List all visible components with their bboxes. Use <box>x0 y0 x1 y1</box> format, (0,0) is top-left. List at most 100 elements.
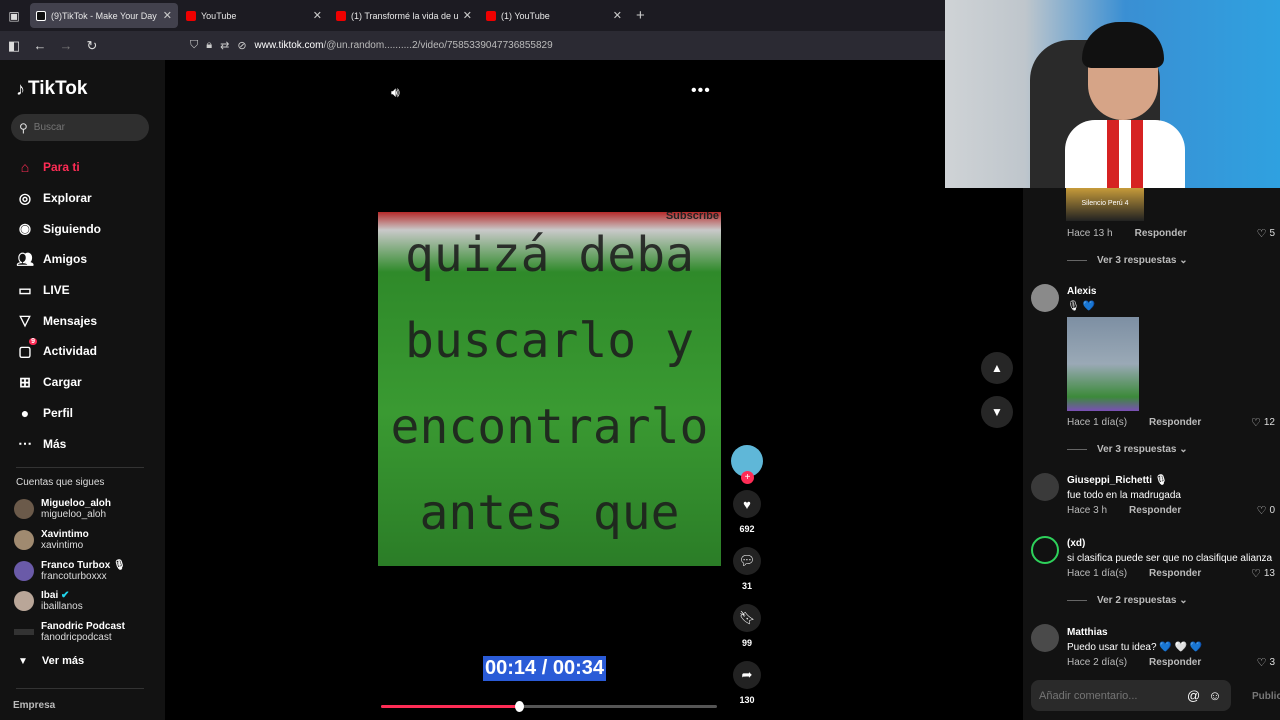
empresa-link[interactable]: Empresa <box>13 700 55 711</box>
next-video-button[interactable]: ▼ <box>981 396 1013 428</box>
chevron-down-icon: ⌄ <box>1179 255 1188 266</box>
youtube-favicon-icon <box>336 10 346 21</box>
sidebar-item-siguiendo[interactable]: ◉ Siguiendo <box>15 213 101 244</box>
comment-like[interactable]: ♡ 0 <box>1257 504 1275 517</box>
shield-icon[interactable]: ⛉ <box>190 39 198 52</box>
save-action[interactable]: 🔖︎ 99 <box>731 604 763 648</box>
ver-mas-button[interactable]: ▼ Ver más <box>18 655 84 667</box>
sidebar-item-live[interactable]: ▭ LIVE <box>15 275 101 306</box>
comment-like[interactable]: ♡ 13 <box>1251 567 1275 580</box>
progress-handle[interactable] <box>514 701 524 712</box>
reload-icon[interactable]: ↻ <box>80 34 104 58</box>
following-account[interactable]: Franco Turbox 🎙 francoturboxxx <box>14 555 126 586</box>
close-icon[interactable]: ✕ <box>163 9 172 22</box>
tab-youtube-2[interactable]: (1) Transformé la vida de un stre ✕ <box>330 3 478 28</box>
comment-username[interactable]: (xd) <box>1067 538 1085 549</box>
sidebar-item-perfil[interactable]: ● Perfil <box>15 398 101 429</box>
account-name: Franco Turbox 🎙 <box>41 559 126 571</box>
new-tab-icon[interactable]: + <box>636 7 645 24</box>
view-replies-button[interactable]: Ver 3 respuestas ⌄ <box>1067 255 1188 266</box>
sidebar-item-mas[interactable]: ⋯ Más <box>15 428 101 459</box>
tab-youtube-1[interactable]: YouTube ✕ <box>180 3 328 28</box>
more-options-icon[interactable]: ••• <box>691 82 711 100</box>
chevron-up-icon: ▲ <box>991 361 1003 375</box>
url-domain: www.tiktok.com <box>254 40 324 51</box>
reply-button[interactable]: Responder <box>1149 657 1201 668</box>
following-account[interactable]: Migueloo_aloh migueloo_aloh <box>14 494 126 525</box>
avatar[interactable] <box>1031 624 1059 652</box>
avatar[interactable] <box>1031 536 1059 564</box>
comment-image[interactable] <box>1067 317 1139 411</box>
tiktok-favicon-icon <box>36 10 46 21</box>
chevron-down-icon: ⌄ <box>1179 595 1188 606</box>
avatar <box>14 629 34 636</box>
sidebar-toggle-icon[interactable]: ◧ <box>2 34 26 58</box>
heart-outline-icon: ♡ <box>1256 505 1267 517</box>
close-icon[interactable]: ✕ <box>613 9 622 22</box>
mention-icon[interactable]: @ <box>1187 688 1200 703</box>
avatar[interactable] <box>1031 284 1059 312</box>
url-bar[interactable]: ⛉ 🔒︎ ⇄ ⊘ www.tiktok.com /@un.random.....… <box>190 39 553 52</box>
back-icon[interactable]: ← <box>28 34 52 58</box>
close-icon[interactable]: ✕ <box>313 9 322 22</box>
following-account[interactable]: Xavintimo xavintimo <box>14 525 126 556</box>
like-action[interactable]: ♥ 692 <box>731 490 763 534</box>
search-input[interactable] <box>33 122 134 133</box>
heart-icon[interactable]: ♥ <box>733 490 761 518</box>
forward-icon[interactable]: → <box>54 34 78 58</box>
reply-button[interactable]: Responder <box>1149 568 1201 579</box>
comment-like[interactable]: ♡ 3 <box>1257 656 1275 669</box>
sidebar-item-label: Perfil <box>43 405 74 420</box>
previous-video-button[interactable]: ▲ <box>981 352 1013 384</box>
profile-avatar-icon: ● <box>20 404 30 421</box>
comment-like[interactable]: ♡ 5 <box>1257 227 1275 240</box>
comment-username[interactable]: Alexis <box>1067 286 1096 297</box>
sidebar-item-explorar[interactable]: ◎ Explorar <box>15 183 101 214</box>
avatar <box>14 591 34 612</box>
search-box[interactable]: ⚲ <box>11 114 149 141</box>
sidebar-item-amigos[interactable]: 👥︎ Amigos <box>15 244 101 275</box>
comment-icon[interactable]: 💬︎ <box>733 547 761 575</box>
comment-input[interactable] <box>1039 689 1179 702</box>
progress-bar[interactable] <box>381 701 717 712</box>
view-replies-button[interactable]: Ver 3 respuestas ⌄ <box>1067 444 1188 455</box>
share-action[interactable]: ➦ 130 <box>731 661 763 705</box>
more-icon: ⋯ <box>18 435 32 452</box>
comment-username[interactable]: Matthias <box>1067 627 1108 638</box>
reply-button[interactable]: Responder <box>1129 505 1181 516</box>
emoji-icon[interactable]: ☺ <box>1208 688 1221 703</box>
lock-icon[interactable]: 🔒︎ <box>206 39 212 52</box>
avatar[interactable] <box>1031 473 1059 501</box>
tab-list-icon[interactable]: ▣ <box>0 0 28 31</box>
reply-button[interactable]: Responder <box>1135 228 1187 239</box>
share-icon[interactable]: ➦ <box>733 661 761 689</box>
video-player[interactable]: Subscribe quizá deba buscarlo y encontra… <box>378 212 721 566</box>
follow-plus-icon[interactable]: + <box>741 471 754 484</box>
sidebar-item-mensajes[interactable]: ▽ Mensajes <box>15 305 101 336</box>
tiktok-logo[interactable]: ♪ TikTok <box>16 78 87 100</box>
tab-youtube-3[interactable]: (1) YouTube ✕ <box>480 3 628 28</box>
view-replies-button[interactable]: Ver 2 respuestas ⌄ <box>1067 595 1188 606</box>
publish-button[interactable]: Publicar <box>1252 691 1280 702</box>
creator-avatar[interactable]: + <box>731 445 763 484</box>
sidebar-item-para-ti[interactable]: ⌂ Para ti <box>15 152 101 183</box>
comment-action[interactable]: 💬︎ 31 <box>731 547 763 591</box>
logo-text: TikTok <box>28 78 88 99</box>
sidebar-item-actividad[interactable]: ▢ 9 Actividad <box>15 336 101 367</box>
close-icon[interactable]: ✕ <box>463 9 472 22</box>
sidebar-item-cargar[interactable]: ⊞ Cargar <box>15 367 101 398</box>
reply-button[interactable]: Responder <box>1149 417 1201 428</box>
comment-image[interactable]: Silencio Perú 4 <box>1066 188 1144 221</box>
comment-username[interactable]: Giuseppi_Richetti 🎙 <box>1067 475 1168 486</box>
following-account[interactable]: Ibai ✔ ibaillanos <box>14 586 126 617</box>
comment-time: Hace 1 día(s) <box>1067 568 1128 579</box>
like-count: 5 <box>1269 228 1275 239</box>
autoplay-blocked-icon[interactable]: ⊘ <box>237 39 246 52</box>
tab-tiktok[interactable]: (9)TikTok - Make Your Day ✕ <box>30 3 178 28</box>
volume-icon[interactable]: 🔊︎ <box>391 84 400 101</box>
ver-mas-label: Ver más <box>41 655 85 667</box>
permissions-icon[interactable]: ⇄ <box>220 39 229 52</box>
following-account[interactable]: Fanodric Podcast fanodricpodcast <box>14 617 126 648</box>
bookmark-icon[interactable]: 🔖︎ <box>733 604 761 632</box>
comment-like[interactable]: ♡ 12 <box>1251 416 1275 429</box>
